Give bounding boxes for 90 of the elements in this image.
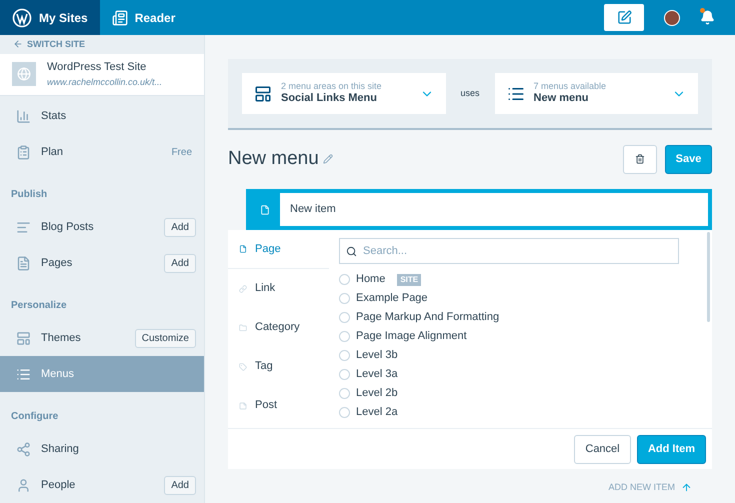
menu-item-icon — [16, 442, 31, 456]
item-type-tab[interactable]: Post — [228, 386, 329, 425]
link-icon — [239, 284, 247, 292]
notifications-icon[interactable] — [700, 10, 715, 25]
page-option-label: Level 2a — [356, 405, 398, 420]
menu-item-label: Sharing — [41, 442, 80, 457]
menu-hint: 7 menus available — [534, 81, 608, 92]
menu-item-icon — [16, 144, 31, 160]
menu-item-icon — [16, 220, 31, 234]
edit-icon[interactable] — [322, 154, 333, 164]
menu-item-label: Blog Posts — [41, 220, 95, 235]
page-option-label: Page Markup And Formatting — [356, 310, 500, 326]
menu-item-icon — [16, 330, 31, 346]
location-dropdown[interactable]: 2 menu areas on this site Social Links Menu — [242, 73, 446, 114]
menu-item-label: Pages — [41, 256, 74, 271]
radio-button[interactable] — [339, 369, 350, 380]
menu-item-label: Menus — [41, 366, 76, 382]
sidebar-item[interactable]: Stats — [0, 98, 204, 134]
menu-item-icon — [16, 366, 31, 382]
sidebar-item[interactable]: Themes Customize — [0, 320, 204, 356]
layout-icon — [254, 84, 272, 102]
radio-button[interactable] — [339, 407, 350, 418]
sidebar-item[interactable]: Pages Add — [0, 245, 204, 281]
menu-item-label: People — [41, 478, 76, 493]
logo-icon — [12, 8, 32, 28]
menu-item-icon — [16, 256, 31, 270]
radio-button[interactable] — [339, 350, 350, 361]
section-heading: Personalize — [11, 300, 67, 311]
radio-button[interactable] — [339, 293, 350, 304]
search-input[interactable]: Search... — [363, 242, 672, 260]
page-option-label: Example Page — [356, 291, 428, 306]
plan-label: Free — [171, 146, 192, 160]
item-type-tab[interactable]: Tag — [228, 347, 329, 386]
write-button[interactable] — [604, 4, 644, 31]
item-type-tab[interactable]: Link — [228, 269, 329, 308]
masterbar-tab[interactable]: Reader — [100, 0, 188, 35]
compose-icon — [616, 10, 632, 25]
location-value: Social Links Menu — [281, 92, 378, 106]
location-hint: 2 menu areas on this site — [281, 81, 383, 92]
page-option-label: Level 2b — [356, 386, 398, 402]
uses-label: uses — [460, 86, 481, 100]
item-name-field[interactable]: New item — [280, 193, 708, 226]
trash-icon — [635, 154, 645, 164]
post-icon — [239, 402, 247, 410]
tag-icon — [239, 362, 247, 370]
radio-button[interactable] — [339, 312, 350, 323]
action-button[interactable]: Add — [164, 476, 196, 494]
item-type-tab[interactable]: Category — [228, 308, 329, 347]
sidebar-item[interactable]: Blog Posts Add — [0, 209, 204, 245]
page-option-label: Level 3a — [356, 367, 398, 382]
menu-item-label: Stats — [41, 108, 68, 124]
site-name: WordPress Test Site — [47, 60, 148, 76]
site-url: www.rachelmccollin.co.uk/t... — [47, 76, 162, 89]
sidebar-item[interactable]: Plan Free — [0, 134, 204, 170]
site-card[interactable]: WordPress Test Site www.rachelmccollin.co.uk/t... — [0, 54, 204, 96]
page-icon — [239, 245, 247, 253]
menu-item-label: Themes — [41, 330, 82, 346]
search-icon — [346, 246, 357, 256]
page-option-label: Level 3b — [356, 348, 398, 364]
menu-item-icon — [16, 478, 31, 492]
cancel-button[interactable]: Cancel — [574, 434, 631, 464]
avatar[interactable] — [664, 10, 680, 26]
menu-item-icon — [16, 108, 31, 124]
item-type-tab[interactable]: Page — [228, 230, 329, 269]
reader-icon — [112, 10, 128, 26]
radio-button[interactable] — [339, 388, 350, 399]
radio-button[interactable] — [339, 274, 350, 285]
delete-button[interactable] — [623, 144, 657, 174]
menu-value: New menu — [534, 92, 590, 106]
section-heading: Configure — [11, 411, 58, 422]
sidebar-item[interactable]: Sharing — [0, 431, 204, 467]
folder-icon — [239, 324, 247, 332]
section-heading: Publish — [11, 189, 48, 200]
page-option-label: Page Image Alignment — [356, 329, 467, 344]
menu-item-label: Plan — [41, 144, 64, 160]
masterbar-tab[interactable]: My Sites — [0, 0, 100, 35]
arrow-up-icon — [681, 482, 692, 494]
site-badge: SITE — [397, 274, 422, 286]
page-icon — [260, 204, 270, 214]
action-button[interactable]: Customize — [134, 328, 196, 348]
page-option-label: Home — [356, 272, 386, 288]
radio-button[interactable] — [339, 331, 350, 342]
action-button[interactable]: Add — [164, 254, 196, 272]
menu-dropdown[interactable]: 7 menus available New menu — [494, 73, 698, 114]
menu-title: New menu — [228, 146, 319, 171]
site-icon — [12, 62, 36, 86]
action-button[interactable]: Add — [164, 218, 196, 236]
search-field[interactable]: Search... — [339, 238, 679, 264]
back-arrow-icon — [13, 39, 23, 50]
sidebar-item[interactable]: People Add — [0, 467, 204, 503]
